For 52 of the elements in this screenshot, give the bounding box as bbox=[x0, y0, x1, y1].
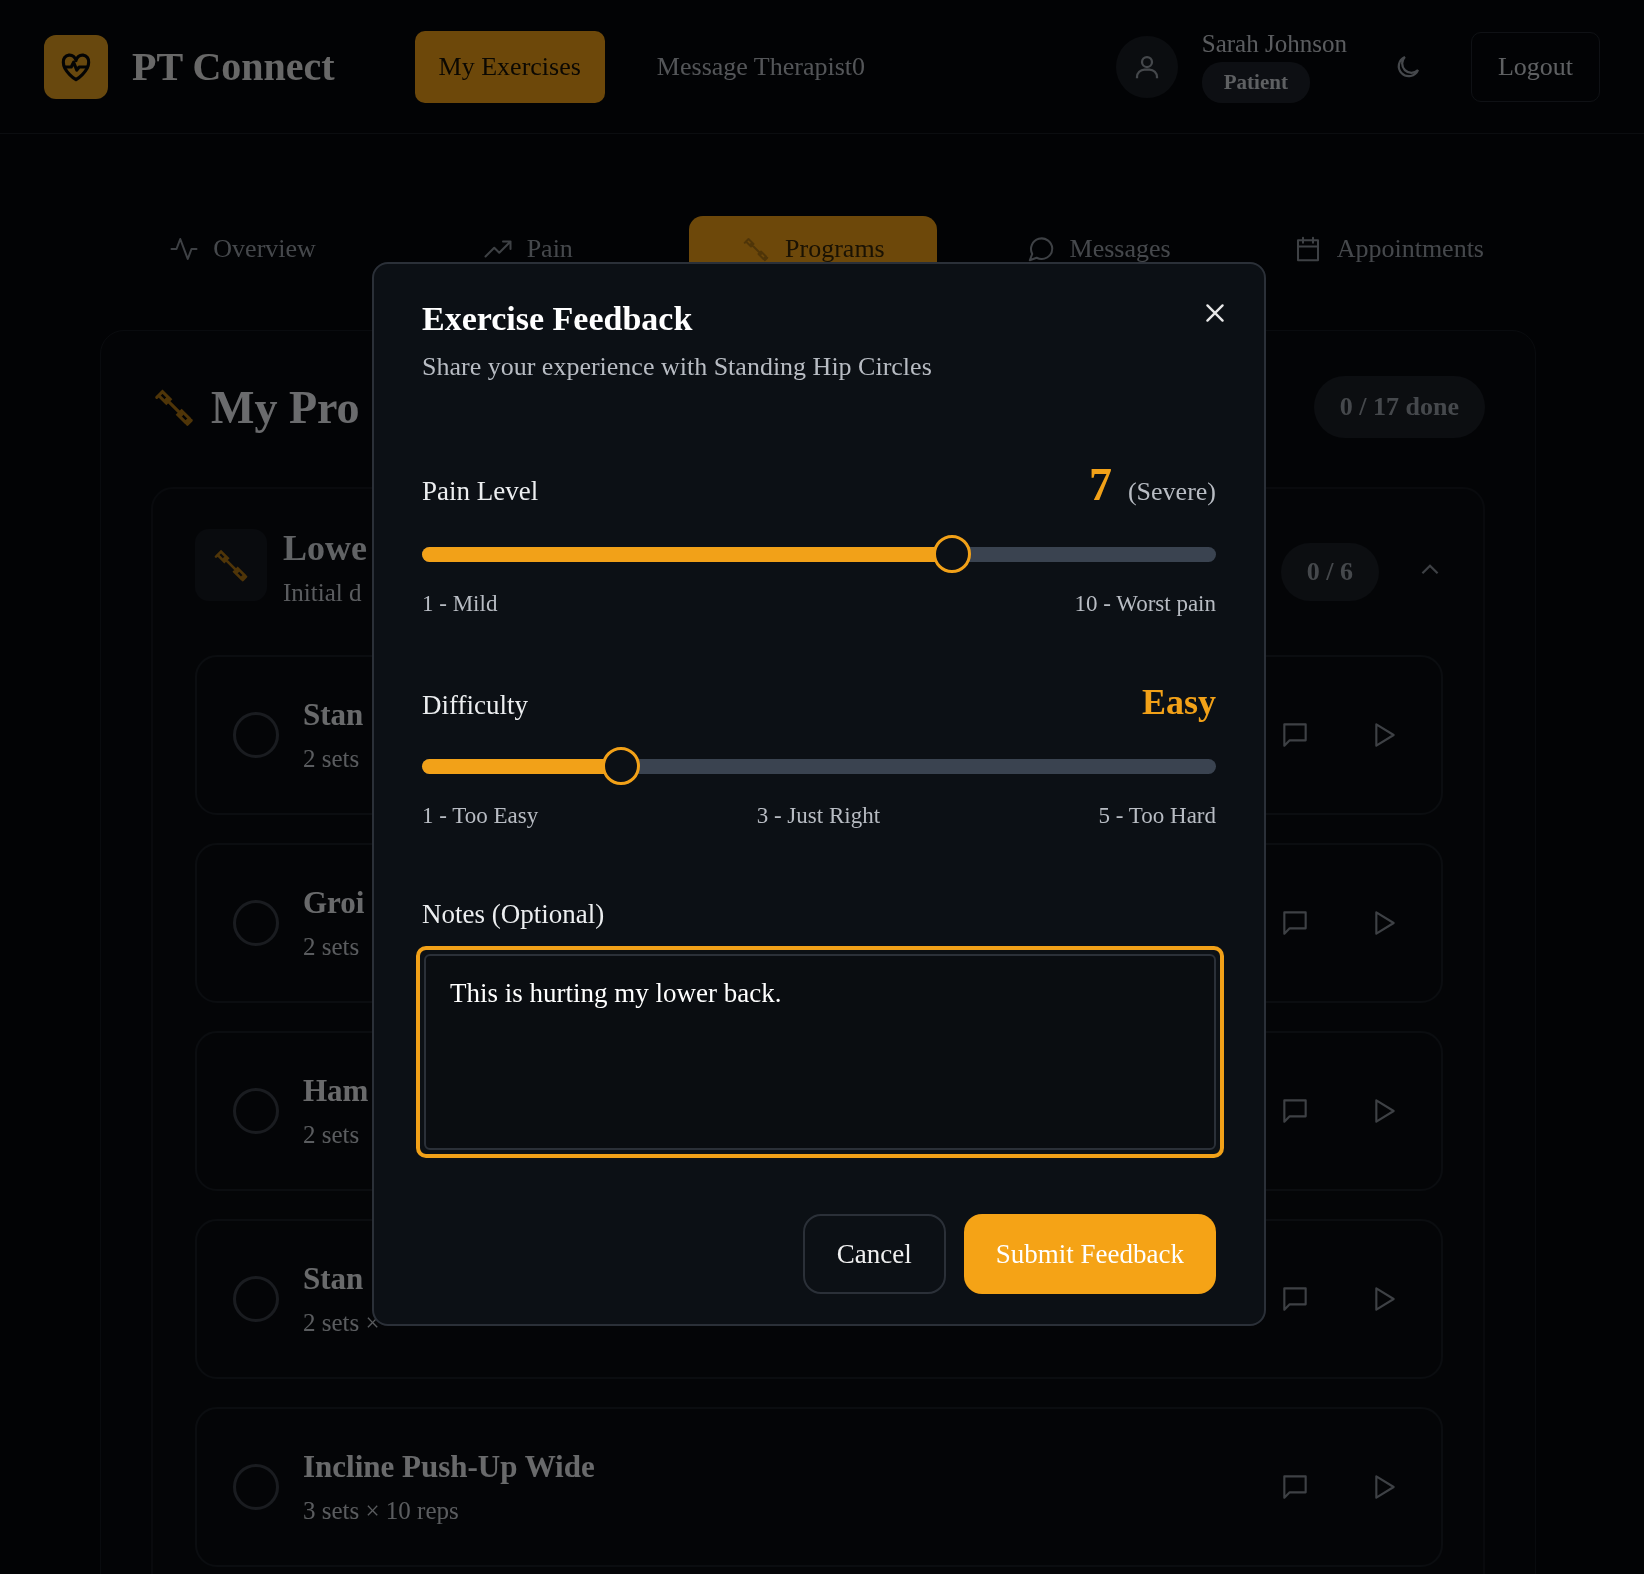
pain-descriptor: (Severe) bbox=[1127, 477, 1216, 507]
difficulty-slider[interactable] bbox=[422, 747, 1216, 785]
progress-badge: 0 / 17 done bbox=[1313, 376, 1485, 438]
program-title: Lowe bbox=[283, 527, 367, 569]
page-heading: My Pro bbox=[211, 380, 360, 434]
dialog-subtitle: Share your experience with Standing Hip Circles bbox=[422, 352, 933, 382]
tab[interactable]: Appointments bbox=[1240, 216, 1536, 282]
pain-value: 7 bbox=[1088, 458, 1112, 511]
scale-label: 3 - Just Right bbox=[756, 803, 881, 829]
count-badge: 0 / 6 bbox=[1280, 543, 1379, 601]
dumbbell-icon bbox=[195, 529, 267, 601]
logo-icon bbox=[44, 34, 108, 99]
exercise-detail: 2 sets bbox=[303, 745, 360, 773]
exercise-detail: 2 sets bbox=[303, 1121, 360, 1149]
slider-thumb[interactable] bbox=[932, 535, 971, 573]
scale-label: 1 - Too Easy bbox=[422, 803, 539, 829]
completion-checkbox[interactable] bbox=[233, 1088, 279, 1134]
exercise-name: Stan bbox=[303, 697, 364, 733]
logout-button[interactable]: Logout bbox=[1470, 31, 1600, 102]
completion-checkbox[interactable] bbox=[233, 712, 279, 758]
scale-label: 10 - Worst pain bbox=[1074, 591, 1216, 617]
scale-label: 5 - Too Hard bbox=[1098, 803, 1216, 829]
exercise-name: Stan bbox=[303, 1261, 364, 1297]
exercise-name: Ham bbox=[303, 1073, 369, 1109]
scale-label: 1 - Mild bbox=[422, 591, 498, 617]
completion-checkbox[interactable] bbox=[233, 1276, 279, 1322]
cancel-button[interactable]: Cancel bbox=[802, 1214, 946, 1294]
pain-slider[interactable] bbox=[422, 535, 1216, 573]
tab[interactable]: Pain bbox=[430, 216, 625, 282]
exercise-name: Incline Push-Up Wide bbox=[303, 1449, 595, 1485]
submit-button[interactable]: Submit Feedback bbox=[963, 1214, 1216, 1294]
exercise-detail: 2 sets bbox=[303, 933, 360, 961]
field-label: Pain Level bbox=[422, 476, 539, 507]
completion-checkbox[interactable] bbox=[233, 900, 279, 946]
exercise-detail: 2 sets × bbox=[303, 1309, 380, 1337]
app-title: PT Connect bbox=[132, 43, 335, 90]
field-label: Notes (Optional) bbox=[422, 899, 606, 930]
completion-checkbox[interactable] bbox=[233, 1464, 279, 1510]
nav-button[interactable]: Message Therapist0 bbox=[632, 30, 890, 103]
difficulty-value: Easy bbox=[1141, 681, 1216, 723]
tab[interactable]: Messages bbox=[973, 216, 1223, 282]
role-badge: Patient bbox=[1201, 62, 1310, 103]
exercise-detail: 3 sets × 10 reps bbox=[303, 1497, 459, 1525]
program-subtitle: Initial d bbox=[283, 579, 363, 607]
nav-button[interactable]: My Exercises bbox=[414, 30, 605, 103]
slider-thumb[interactable] bbox=[601, 747, 640, 785]
exercise-name: Groi bbox=[303, 885, 365, 921]
notes-field[interactable]: This is hurting my lower back. bbox=[416, 946, 1224, 1158]
dialog-title: Exercise Feedback bbox=[422, 300, 693, 338]
user-name: Sarah Johnson bbox=[1201, 30, 1347, 58]
tab[interactable]: Overview bbox=[117, 216, 368, 282]
field-label: Difficulty bbox=[422, 690, 528, 721]
